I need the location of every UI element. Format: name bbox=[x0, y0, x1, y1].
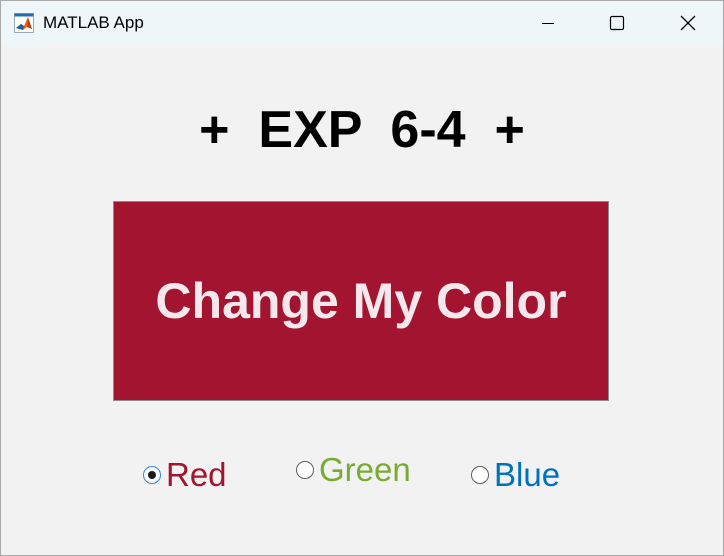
app-window: MATLAB App + EXP 6-4 + Change My Color R… bbox=[0, 0, 724, 556]
close-icon bbox=[680, 15, 696, 31]
window-title: MATLAB App bbox=[43, 13, 144, 32]
minimize-button[interactable] bbox=[514, 1, 582, 45]
radio-option-red[interactable]: Red bbox=[143, 456, 227, 494]
maximize-button[interactable] bbox=[582, 1, 650, 45]
radio-label-blue: Blue bbox=[494, 456, 561, 493]
change-color-button-label: Change My Color bbox=[155, 273, 567, 329]
radio-circle-red[interactable] bbox=[143, 466, 161, 484]
radio-label-red: Red bbox=[166, 456, 227, 493]
matlab-logo-icon bbox=[14, 13, 34, 33]
radio-circle-blue[interactable] bbox=[471, 466, 489, 484]
app-canvas: + EXP 6-4 + Change My Color Red Green Bl… bbox=[1, 45, 723, 555]
radio-circle-green[interactable] bbox=[296, 461, 314, 479]
radio-label-green: Green bbox=[319, 451, 411, 488]
radio-option-blue[interactable]: Blue bbox=[471, 456, 560, 494]
page-title: + EXP 6-4 + bbox=[199, 101, 525, 159]
minimize-icon bbox=[542, 23, 554, 24]
maximize-icon bbox=[609, 15, 625, 31]
radio-option-green[interactable]: Green bbox=[296, 451, 411, 489]
change-color-button[interactable]: Change My Color bbox=[113, 201, 609, 401]
title-bar[interactable]: MATLAB App bbox=[1, 1, 723, 45]
close-button[interactable] bbox=[652, 1, 720, 45]
